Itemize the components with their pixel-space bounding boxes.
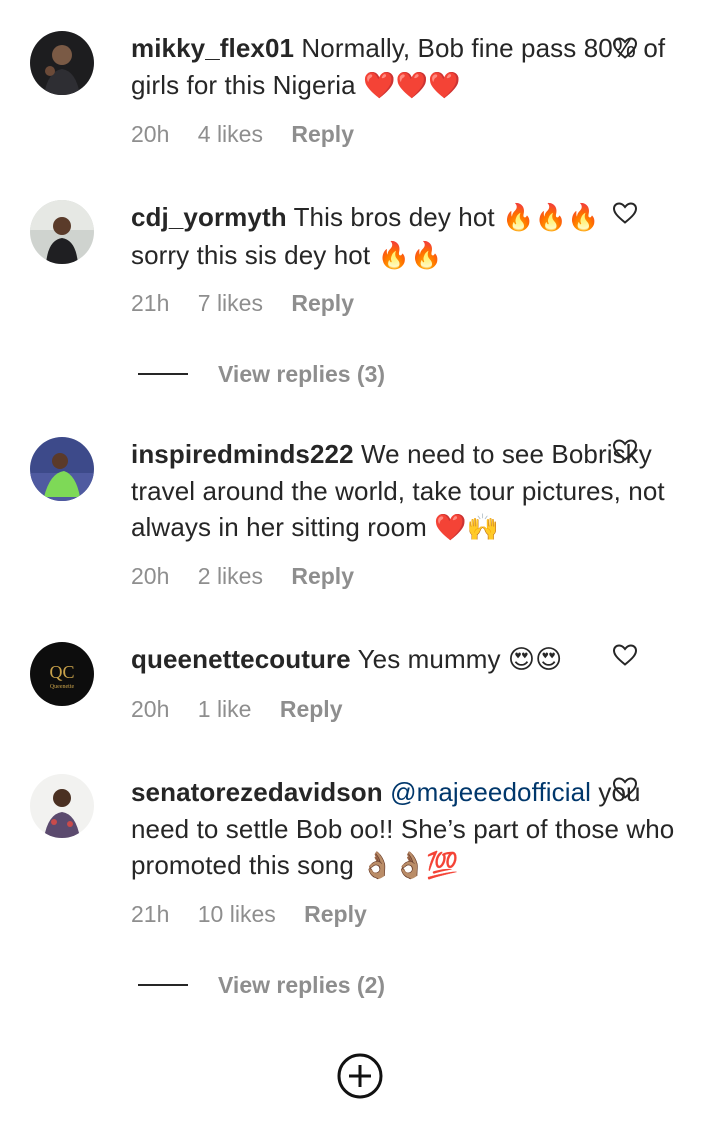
emoji-heart-hands: ❤️🙌 xyxy=(434,513,500,543)
divider-line xyxy=(138,373,188,375)
comment-meta: 20h 2 likes Reply xyxy=(131,563,376,590)
comment-username[interactable]: inspiredminds222 xyxy=(131,439,354,469)
comment-meta: 21h 10 likes Reply xyxy=(131,901,389,928)
comment-time: 20h xyxy=(131,121,170,147)
view-replies-label[interactable]: View replies (2) xyxy=(218,972,385,999)
view-replies-button[interactable]: View replies (2) xyxy=(138,970,385,1000)
comment-text: mikky_flex01 Normally, Bob fine pass 80%… xyxy=(131,30,676,104)
reply-button[interactable]: Reply xyxy=(291,563,354,589)
comment-time: 21h xyxy=(131,901,170,927)
avatar-logo-sub: Queenette xyxy=(50,684,75,690)
comment-likes[interactable]: 7 likes xyxy=(198,290,263,316)
reply-button[interactable]: Reply xyxy=(304,901,367,927)
comment-meta: 20h 4 likes Reply xyxy=(131,121,376,148)
reply-button[interactable]: Reply xyxy=(291,290,354,316)
comment-text: senatorezedavidson @majeeedofficial you … xyxy=(131,774,676,885)
comment-username[interactable]: mikky_flex01 xyxy=(131,33,294,63)
emoji-ok-hundred: 👌🏽👌🏽💯 xyxy=(361,851,459,881)
like-heart-icon[interactable] xyxy=(612,201,638,225)
reply-button[interactable]: Reply xyxy=(291,121,354,147)
comment-likes[interactable]: 10 likes xyxy=(198,901,276,927)
avatar[interactable] xyxy=(30,774,94,838)
emoji-heart-eyes: 😍😍 xyxy=(507,645,563,675)
comment-time: 21h xyxy=(131,290,170,316)
comment-body-line2: sorry this sis dey hot xyxy=(131,239,378,270)
like-heart-icon[interactable] xyxy=(612,643,638,667)
comment-text: cdj_yormyth This bros dey hot 🔥🔥🔥 sorry … xyxy=(131,199,676,274)
avatar-logo-letters: QC xyxy=(49,662,74,682)
view-replies-label[interactable]: View replies (3) xyxy=(218,361,385,388)
like-heart-icon[interactable] xyxy=(612,776,638,800)
comment-meta: 20h 1 like Reply xyxy=(131,696,365,723)
avatar[interactable]: QC Queenette xyxy=(30,642,94,706)
like-heart-icon[interactable] xyxy=(612,438,638,462)
comment-time: 20h xyxy=(131,696,170,722)
divider-line xyxy=(138,984,188,986)
emoji-fire: 🔥🔥 xyxy=(377,240,443,271)
avatar[interactable] xyxy=(30,437,94,501)
mention-link[interactable]: @majeeedofficial xyxy=(383,777,591,807)
comment-username[interactable]: queenettecouture xyxy=(131,644,351,674)
load-more-plus-icon[interactable] xyxy=(336,1052,384,1100)
avatar[interactable] xyxy=(30,31,94,95)
emoji-fire: 🔥🔥🔥 xyxy=(502,203,600,233)
comment-likes[interactable]: 2 likes xyxy=(198,563,263,589)
avatar[interactable] xyxy=(30,200,94,264)
comment-text: queenettecouture Yes mummy 😍😍 xyxy=(131,641,676,679)
view-replies-button[interactable]: View replies (3) xyxy=(138,359,385,389)
comment-body: Yes mummy xyxy=(350,644,508,674)
comment-body-line1: This bros dey hot xyxy=(286,202,503,232)
reply-button[interactable]: Reply xyxy=(280,696,343,722)
emoji-hearts: ❤️❤️❤️ xyxy=(363,70,461,101)
comment-likes[interactable]: 1 like xyxy=(198,696,252,722)
comment-likes[interactable]: 4 likes xyxy=(198,121,263,147)
comment-time: 20h xyxy=(131,563,170,589)
comment-username[interactable]: cdj_yormyth xyxy=(131,202,287,232)
comment-text: inspiredminds222 We need to see Bobrisky… xyxy=(131,436,676,547)
like-heart-icon[interactable] xyxy=(612,36,638,60)
comment-meta: 21h 7 likes Reply xyxy=(131,290,376,317)
comment-username[interactable]: senatorezedavidson xyxy=(131,777,383,807)
